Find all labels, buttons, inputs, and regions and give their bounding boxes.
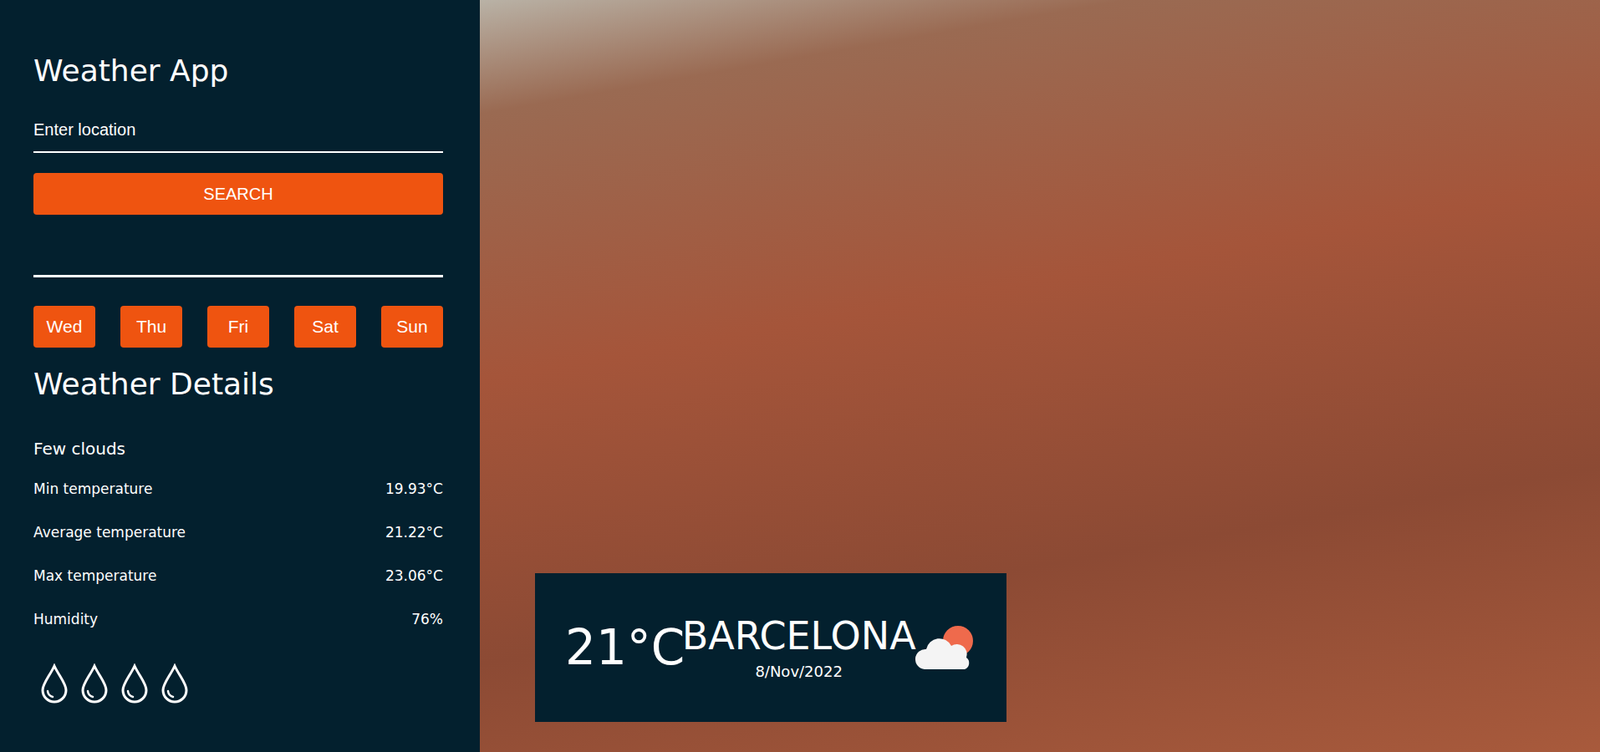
details-title: Weather Details [33, 364, 444, 405]
detail-row: Average temperature 21.22°C [33, 521, 444, 544]
location-field [33, 115, 444, 153]
weather-condition: Few clouds [33, 438, 444, 460]
date: 8/Nov/2022 [754, 662, 843, 683]
day-button[interactable]: Fri [207, 305, 270, 348]
humidity-drops [33, 663, 444, 704]
detail-label: Humidity [33, 608, 98, 631]
detail-label: Max temperature [33, 565, 157, 587]
app-title: Weather App [33, 50, 444, 92]
detail-row: Min temperature 19.93°C [33, 478, 444, 500]
detail-row: Humidity 76% [33, 608, 444, 631]
city-photo: 21°CBARCELONA8/Nov/2022 [479, 0, 1600, 752]
day-button[interactable]: Wed [33, 305, 96, 348]
sidebar: Weather App SEARCH Wed Thu Fri Sat Sun Weather … [0, 0, 480, 752]
detail-label: Average temperature [33, 521, 186, 544]
drop-icon [118, 663, 151, 704]
divider [33, 275, 444, 278]
weather-card: 21°CBARCELONA8/Nov/2022 [535, 573, 1007, 723]
detail-label: Min temperature [33, 478, 153, 500]
location-input[interactable] [33, 115, 444, 152]
detail-value: 76% [411, 608, 444, 631]
detail-value: 19.93°C [385, 478, 444, 500]
day-button[interactable]: Sun [381, 305, 444, 348]
current-temperature: 21°C [565, 618, 685, 678]
day-button[interactable]: Thu [120, 305, 183, 348]
detail-row: Max temperature 23.06°C [33, 565, 444, 587]
detail-value: 23.06°C [385, 565, 444, 587]
day-button[interactable]: Sat [294, 305, 357, 348]
detail-value: 21.22°C [385, 521, 444, 544]
location-info: BARCELONA8/Nov/2022 [701, 613, 897, 683]
drop-icon [78, 663, 111, 704]
drop-icon [158, 663, 191, 704]
search-button[interactable]: SEARCH [33, 173, 444, 215]
details-list: Min temperature 19.93°C Average temperatur… [33, 478, 444, 631]
day-tabs: Wed Thu Fri Sat Sun [33, 305, 444, 348]
city-name: BARCELONA [682, 613, 917, 659]
drop-icon [38, 663, 71, 704]
cloud-sun-icon [912, 621, 984, 675]
